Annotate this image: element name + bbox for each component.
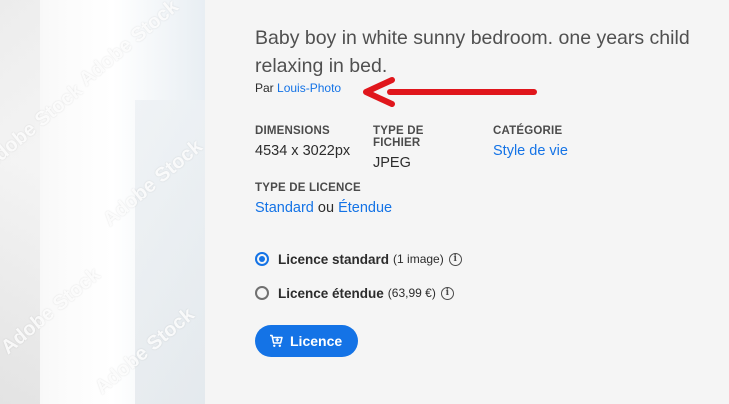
radio-standard[interactable] [255,252,269,266]
image-preview[interactable]: Adobe Stock Adobe Stock Adobe Stock Adob… [0,0,205,404]
filetype-label: TYPE DE FICHIER [373,125,424,149]
licence-type-section: TYPE DE LICENCE Standard ou Étendue [255,182,392,216]
option-detail: (63,99 €) [387,286,436,300]
by-prefix: Par [255,81,274,95]
extended-link[interactable]: Étendue [338,200,392,216]
option-label: Licence standard [278,251,390,267]
meta-category: CATÉGORIE Style de vie [493,125,568,171]
info-icon[interactable]: i [440,286,454,300]
asset-title: Baby boy in white sunny bedroom. one yea… [255,27,690,77]
licence-separator: ou [317,200,335,216]
licence-option-extended[interactable]: Licence étendue (63,99 €) i [255,283,462,303]
asset-meta: DIMENSIONS 4534 x 3022px TYPE DE FICHIER… [255,125,588,171]
meta-filetype: TYPE DE FICHIER JPEG [373,125,473,171]
standard-link[interactable]: Standard [255,200,314,216]
licence-options: Licence standard (1 image) i Licence éte… [255,249,462,317]
licence-button-label: Licence [290,333,343,349]
category-link[interactable]: Style de vie [493,143,568,159]
info-icon[interactable]: i [448,252,462,266]
watermark: Adobe Stock [74,0,183,91]
licence-type-label: TYPE DE LICENCE [255,182,361,194]
red-arrow-annotation [363,77,537,107]
meta-dimensions: DIMENSIONS 4534 x 3022px [255,125,353,171]
filetype-value: JPEG [373,155,411,171]
radio-extended[interactable] [255,286,269,300]
option-detail: (1 image) [393,252,444,266]
author-link[interactable]: Louis-Photo [277,81,341,95]
category-label: CATÉGORIE [493,125,563,137]
dimensions-label: DIMENSIONS [255,125,330,137]
licence-button[interactable]: Licence [255,325,359,357]
dimensions-value: 4534 x 3022px [255,143,351,159]
cart-icon [269,334,283,348]
licence-option-standard[interactable]: Licence standard (1 image) i [255,249,462,269]
licence-type-links: Standard ou Étendue [255,200,392,216]
option-label: Licence étendue [278,285,384,301]
